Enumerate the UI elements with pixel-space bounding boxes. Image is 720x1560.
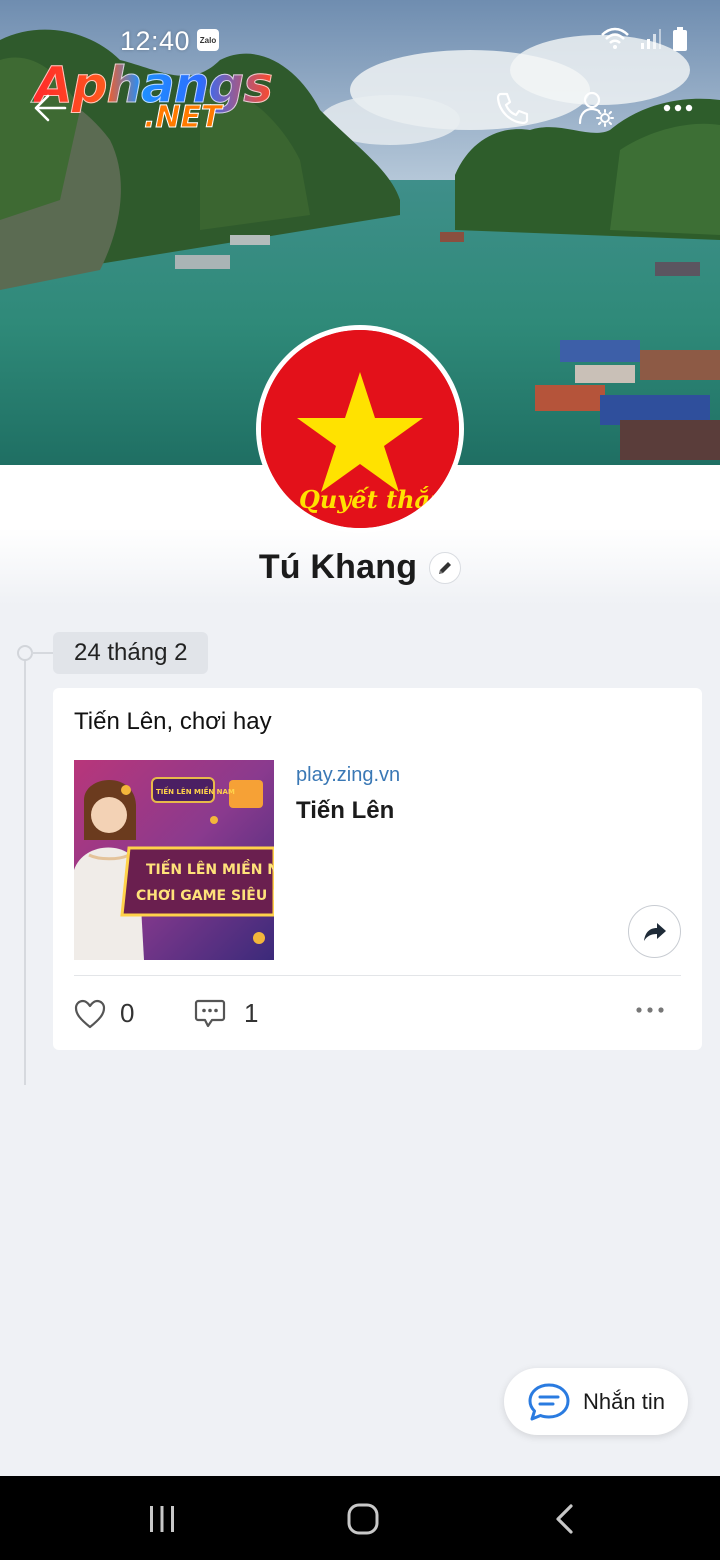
status-icons bbox=[600, 26, 688, 52]
share-arrow-icon bbox=[643, 922, 666, 941]
heart-icon bbox=[74, 999, 106, 1028]
recent-apps-button[interactable] bbox=[137, 1494, 187, 1544]
game-banner-image: TIẾN LÊN MIỀN N CHƠI GAME SIÊU N TIẾN LÊ… bbox=[74, 760, 274, 960]
link-domain[interactable]: play.zing.vn bbox=[296, 764, 400, 787]
svg-text:TIẾN LÊN MIỀN N: TIẾN LÊN MIỀN N bbox=[146, 859, 274, 878]
home-button[interactable] bbox=[338, 1494, 388, 1544]
message-button-label: Nhắn tin bbox=[583, 1388, 665, 1414]
link-preview-thumbnail[interactable]: TIẾN LÊN MIỀN N CHƠI GAME SIÊU N TIẾN LÊ… bbox=[74, 760, 274, 960]
user-settings-icon bbox=[578, 91, 614, 127]
back-button[interactable] bbox=[26, 84, 74, 132]
chat-bubble-icon bbox=[528, 1383, 570, 1420]
more-options-button[interactable] bbox=[654, 84, 702, 132]
edit-name-button[interactable] bbox=[429, 551, 462, 584]
chevron-left-icon bbox=[556, 1504, 573, 1534]
comment-button[interactable]: 1 bbox=[194, 998, 258, 1029]
phone-icon bbox=[496, 92, 529, 125]
link-title[interactable]: Tiến Lên bbox=[296, 797, 394, 825]
profile-name: Tú Khang bbox=[258, 548, 418, 586]
battery-icon bbox=[673, 27, 687, 51]
comment-count: 1 bbox=[244, 998, 259, 1028]
recent-apps-icon bbox=[150, 1506, 174, 1532]
comment-icon bbox=[194, 999, 226, 1027]
status-time: 12:40 bbox=[120, 26, 191, 56]
zalo-notification-icon: Zalo bbox=[197, 29, 219, 51]
post-more-button[interactable] bbox=[633, 1002, 667, 1023]
pencil-icon bbox=[439, 561, 452, 574]
signal-icon bbox=[641, 29, 661, 49]
call-button[interactable] bbox=[488, 84, 536, 132]
system-nav-bar bbox=[0, 1476, 720, 1560]
like-button[interactable]: 0 bbox=[74, 998, 134, 1029]
timeline-line bbox=[24, 660, 26, 1085]
wifi-icon bbox=[601, 27, 629, 49]
avatar[interactable]: Quyết thắng bbox=[256, 325, 464, 533]
post-divider bbox=[74, 975, 681, 976]
watermark-suffix: .NET bbox=[143, 100, 222, 136]
nav-back-button[interactable] bbox=[540, 1494, 590, 1544]
more-horizontal-icon bbox=[636, 1007, 664, 1013]
post-text: Tiến Lên, chơi hay bbox=[74, 708, 272, 735]
date-chip: 24 tháng 2 bbox=[53, 632, 209, 674]
arrow-left-icon bbox=[34, 94, 67, 122]
avatar-image: Quyết thắng bbox=[261, 330, 459, 528]
svg-text:TIẾN LÊN MIỀN NAM: TIẾN LÊN MIỀN NAM bbox=[156, 786, 235, 796]
share-button[interactable] bbox=[628, 905, 681, 958]
profile-settings-button[interactable] bbox=[572, 84, 620, 132]
home-icon bbox=[347, 1503, 379, 1535]
more-horizontal-icon bbox=[663, 104, 693, 112]
timeline-connector bbox=[31, 652, 53, 654]
post-card[interactable]: Tiến Lên, chơi hay TIẾN LÊN MIỀN N CHƠI … bbox=[53, 688, 702, 1050]
avatar-caption: Quyết thắng bbox=[299, 485, 459, 514]
like-count: 0 bbox=[120, 998, 135, 1028]
message-button[interactable]: Nhắn tin bbox=[504, 1368, 688, 1435]
svg-text:CHƠI GAME SIÊU N: CHƠI GAME SIÊU N bbox=[136, 887, 274, 904]
profile-name-row: Tú Khang bbox=[0, 548, 720, 587]
